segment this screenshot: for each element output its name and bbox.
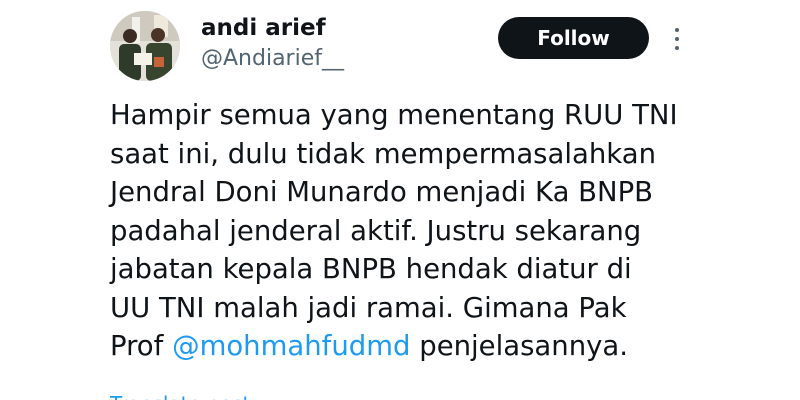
author-info: andi arief @Andiarief__ bbox=[201, 14, 344, 73]
tweet-text: Hampir semua yang menentang RUU TNI saat… bbox=[110, 96, 780, 366]
tweet-text-line: jabatan kepala BNPB hendak diatur di bbox=[110, 253, 632, 285]
display-name[interactable]: andi arief bbox=[201, 14, 344, 42]
avatar-photo bbox=[110, 11, 180, 81]
tweet-text-line: saat ini, dulu tidak mempermasalahkan bbox=[110, 137, 656, 170]
more-dot bbox=[675, 46, 679, 50]
tweet-text-line: padahal jenderal aktif. Justru sekarang bbox=[110, 214, 642, 247]
avatar[interactable] bbox=[110, 11, 180, 81]
more-vertical-icon[interactable] bbox=[664, 22, 690, 56]
user-handle[interactable]: @Andiarief__ bbox=[201, 45, 344, 73]
tweet-text-fragment: penjelasannya. bbox=[410, 330, 629, 362]
tweet-text-fragment: Prof bbox=[110, 330, 173, 362]
tweet-text-line: Jendral Doni Munardo menjadi Ka BNPB bbox=[110, 176, 654, 208]
tweet-text-line: Prof @mohmahfudmd penjelasannya. bbox=[110, 327, 780, 366]
mention-link[interactable]: @mohmahfudmd bbox=[172, 330, 410, 362]
tweet-text-line: Hampir semua yang menentang RUU TNI bbox=[110, 99, 678, 131]
tweet-text-line: UU TNI malah jadi ramai. Gimana Pak bbox=[110, 291, 627, 324]
follow-button[interactable]: Follow bbox=[498, 17, 649, 59]
more-dot bbox=[675, 28, 679, 32]
translate-post-link[interactable]: Translate post bbox=[110, 392, 250, 400]
more-dot bbox=[675, 37, 679, 41]
tweet: andi arief @Andiarief__ Follow Hampir se… bbox=[0, 0, 800, 400]
